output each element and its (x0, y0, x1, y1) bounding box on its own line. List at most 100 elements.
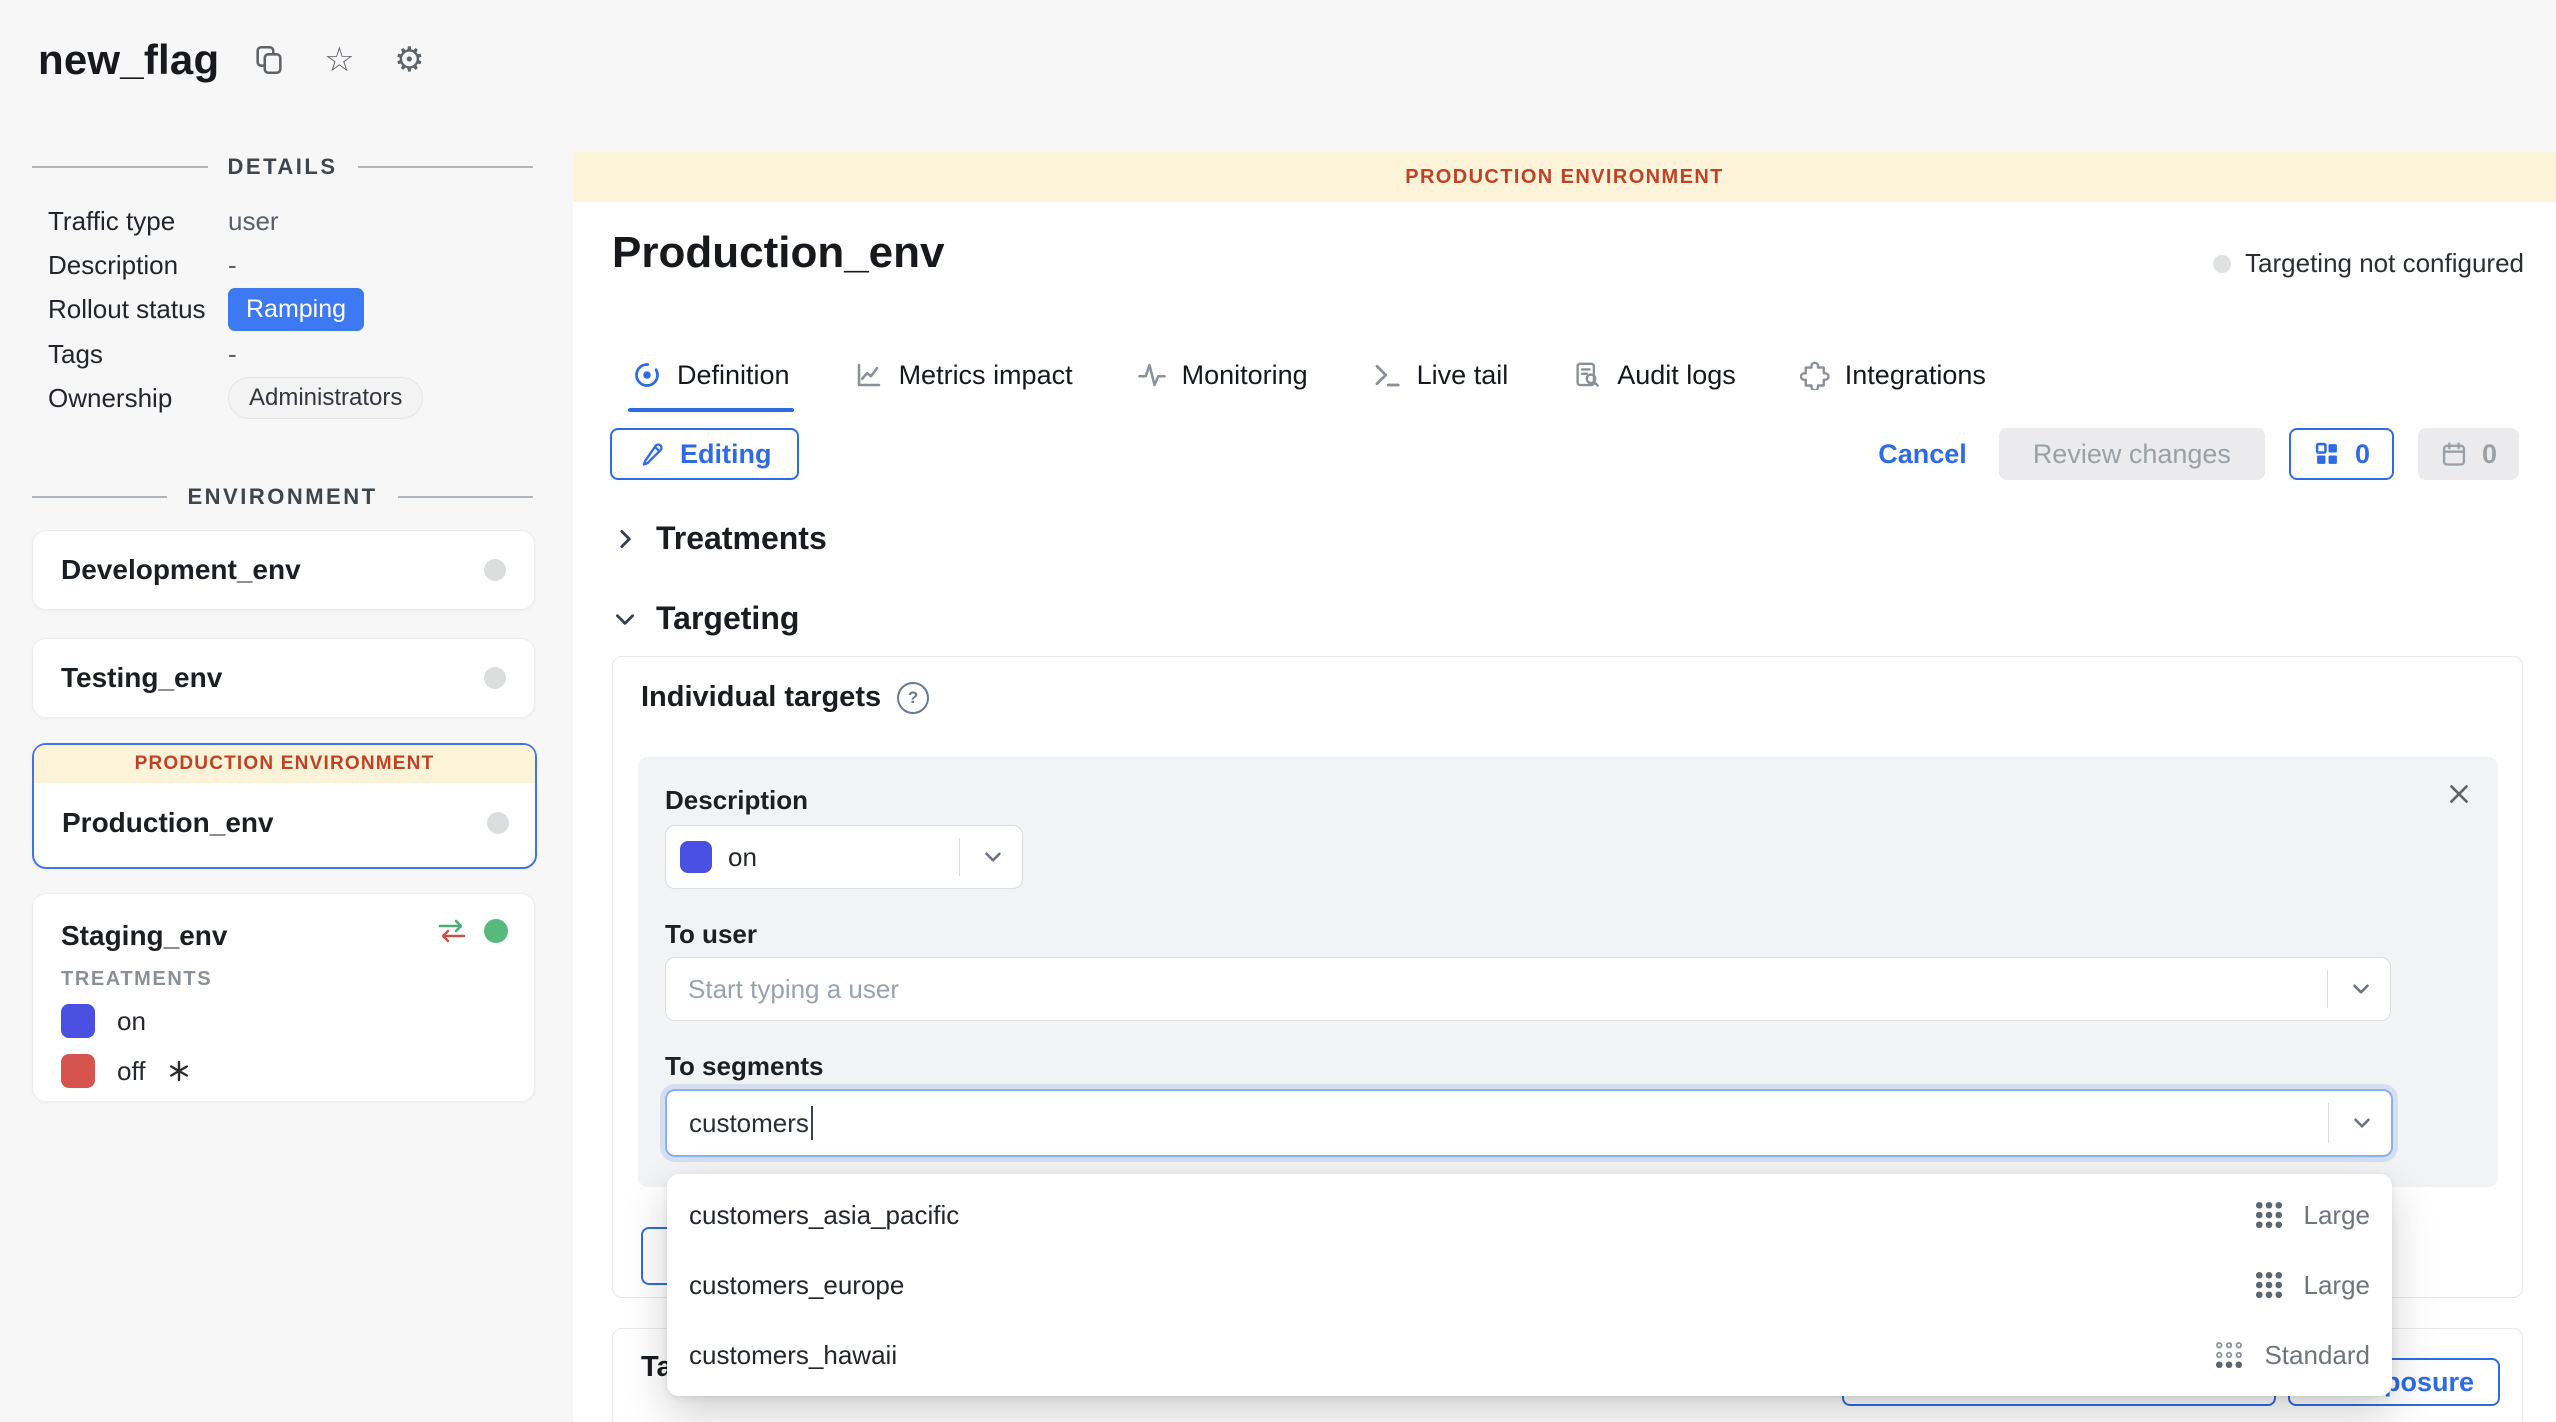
divider-line (32, 496, 167, 498)
tab-metrics-impact[interactable]: Metrics impact (852, 338, 1075, 412)
close-icon[interactable] (2446, 781, 2472, 807)
editing-button[interactable]: Editing (610, 428, 799, 480)
large-segment-icon (2254, 1270, 2284, 1300)
segment-option-hawaii[interactable]: customers_hawaii Stand (667, 1320, 2392, 1390)
detail-value: user (228, 206, 279, 237)
segment-size: Standard (2264, 1340, 2370, 1371)
tab-label: Monitoring (1182, 360, 1308, 391)
select-divider (959, 838, 961, 876)
divider-line (398, 496, 533, 498)
tab-label: Definition (677, 360, 790, 391)
terminal-icon (1372, 360, 1402, 390)
tab-definition[interactable]: Definition (630, 338, 792, 412)
to-segments-label: To segments (665, 1051, 823, 1082)
detail-value: - (228, 339, 237, 370)
grid-icon (2313, 440, 2341, 468)
treatment-color-swatch (680, 841, 712, 873)
treatments-section-label: Treatments (656, 520, 827, 557)
to-segments-input[interactable]: customers (665, 1089, 2393, 1157)
tab-monitoring[interactable]: Monitoring (1135, 338, 1310, 412)
treatment-label: on (117, 1006, 146, 1037)
scheduled-count: 0 (2482, 439, 2497, 470)
help-icon[interactable]: ? (897, 682, 929, 714)
env-name: Production_env (62, 807, 274, 839)
detail-label: Ownership (48, 383, 228, 414)
env-status-dot (484, 667, 506, 689)
tab-integrations[interactable]: Integrations (1798, 338, 1988, 412)
treatment-select[interactable]: on (665, 825, 1023, 889)
detail-row-rollout-status: Rollout status Ramping (48, 288, 518, 331)
scheduled-counter-button[interactable]: 0 (2418, 428, 2519, 480)
detail-row-description: Description - (48, 244, 518, 286)
treatment-select-value: on (728, 842, 757, 873)
tab-audit-logs[interactable]: Audit logs (1570, 338, 1738, 412)
treatment-label: off (117, 1056, 145, 1087)
review-changes-button[interactable]: Review changes (1999, 428, 2265, 480)
segment-size: Large (2304, 1270, 2371, 1301)
divider-line (32, 166, 208, 168)
large-segment-icon (2254, 1200, 2284, 1230)
chevron-down-icon (612, 606, 638, 632)
detail-label: Tags (48, 339, 228, 370)
changes-counter-button[interactable]: 0 (2289, 428, 2394, 480)
segment-option-europe[interactable]: customers_europe Large (667, 1250, 2392, 1320)
chevron-down-icon[interactable] (980, 844, 1006, 870)
env-card-testing[interactable]: Testing_env (32, 638, 535, 718)
env-name: Staging_env (61, 920, 227, 952)
environment-title: Production_env (612, 228, 945, 278)
tab-live-tail[interactable]: Live tail (1370, 338, 1511, 412)
treatment-row-on: on (61, 1001, 534, 1041)
targeting-section-toggle[interactable]: Targeting (612, 600, 799, 637)
tab-label: Audit logs (1617, 360, 1736, 391)
segment-option-asia-pacific[interactable]: customers_asia_pacific Large (667, 1180, 2392, 1250)
tab-bar: Definition Metrics impact Monitoring (630, 338, 1988, 412)
cancel-link[interactable]: Cancel (1878, 439, 1967, 470)
text-caret (811, 1106, 813, 1140)
treatments-section-toggle[interactable]: Treatments (612, 520, 827, 557)
detail-label: Traffic type (48, 206, 228, 237)
status-text: Targeting not configured (2245, 248, 2524, 279)
targeting-section-label: Targeting (656, 600, 799, 637)
env-status-dot-active (484, 919, 508, 943)
status-dot (2213, 255, 2231, 273)
segments-dropdown: customers_asia_pacific Large customers_e… (667, 1174, 2392, 1396)
puzzle-icon (1800, 360, 1830, 390)
detail-row-traffic-type: Traffic type user (48, 200, 518, 242)
segments-query-text: customers (689, 1108, 809, 1139)
individual-targets-heading: Individual targets (641, 681, 881, 714)
env-status-dot (487, 812, 509, 834)
env-name: Development_env (61, 554, 301, 586)
chevron-down-icon[interactable] (2348, 976, 2374, 1002)
detail-label: Description (48, 250, 228, 281)
chevron-down-icon[interactable] (2349, 1110, 2375, 1136)
definition-icon (632, 360, 662, 390)
details-heading: DETAILS (228, 154, 338, 180)
metrics-chart-icon (854, 360, 884, 390)
env-card-staging[interactable]: Staging_env TREATMENTS on (32, 893, 535, 1102)
environment-divider: ENVIRONMENT (32, 484, 533, 510)
segment-name: customers_europe (689, 1270, 904, 1301)
env-card-production[interactable]: PRODUCTION ENVIRONMENT Production_env (32, 743, 537, 869)
production-environment-banner-main: PRODUCTION ENVIRONMENT (573, 152, 2556, 202)
environment-heading: ENVIRONMENT (187, 484, 377, 510)
treatment-color-on (61, 1004, 95, 1038)
details-list: Traffic type user Description - Rollout … (48, 200, 518, 421)
segment-name: customers_hawaii (689, 1340, 897, 1371)
input-divider (2328, 1103, 2330, 1143)
env-status-dot (484, 559, 506, 581)
env-card-development[interactable]: Development_env (32, 530, 535, 610)
ownership-chip[interactable]: Administrators (228, 377, 423, 419)
to-user-input[interactable] (666, 958, 2390, 1020)
tab-label: Metrics impact (899, 360, 1073, 391)
standard-segment-icon (2214, 1340, 2244, 1370)
sidebar: DETAILS Traffic type user Description - … (0, 0, 573, 1422)
actions-row: Editing Cancel Review changes 0 (610, 428, 2519, 480)
screen: new_flag ☆ ⚙ DETAILS Traffic type user D… (0, 0, 2556, 1422)
targeting-status: Targeting not configured (2213, 248, 2524, 279)
detail-row-tags: Tags - (48, 333, 518, 375)
chevron-right-icon (612, 526, 638, 552)
individual-target-rule: Description on To user (638, 757, 2498, 1187)
detail-label: Rollout status (48, 294, 228, 325)
env-name: Testing_env (61, 662, 222, 694)
detail-row-ownership: Ownership Administrators (48, 377, 518, 419)
